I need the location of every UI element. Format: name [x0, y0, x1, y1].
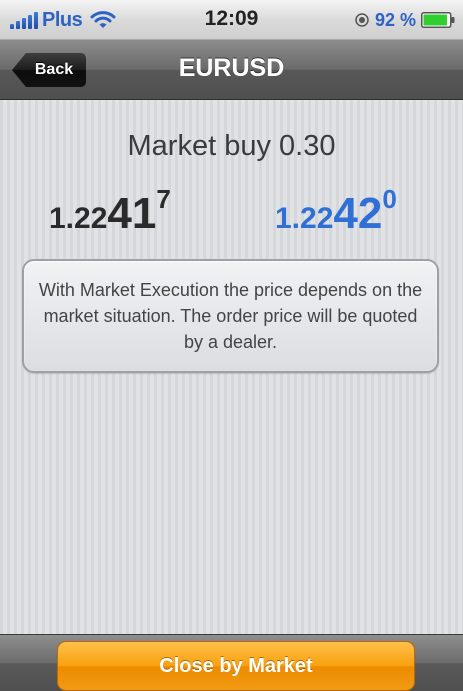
orientation-lock-icon: [355, 13, 369, 27]
status-bar: Plus 12:09 92 %: [0, 0, 463, 40]
ask-price: 1.22420: [275, 184, 397, 239]
bid-price: 1.22417: [49, 184, 171, 239]
market-execution-info: With Market Execution the price depends …: [22, 259, 439, 373]
order-content: Market buy 0.30 1.22417 1.22420 With Mar…: [0, 100, 463, 634]
status-right: 92 %: [355, 8, 455, 32]
bid-price-pips: 41: [107, 189, 157, 238]
bottom-toolbar: Close by Market: [0, 634, 463, 691]
bid-price-base: 1.22: [49, 202, 108, 235]
battery-percent: 92 %: [374, 9, 416, 30]
battery-level-fill: [423, 14, 447, 26]
battery-icon: [421, 12, 455, 28]
bid-price-fraction: 7: [156, 184, 171, 214]
navigation-bar: Back EURUSD: [0, 40, 463, 100]
ask-price-fraction: 0: [382, 184, 397, 214]
order-title: Market buy 0.30: [127, 130, 336, 162]
ask-price-base: 1.22: [275, 202, 334, 235]
ask-price-pips: 42: [333, 189, 383, 238]
page-title: EURUSD: [178, 54, 285, 82]
close-by-market-button[interactable]: Close by Market: [57, 641, 415, 691]
